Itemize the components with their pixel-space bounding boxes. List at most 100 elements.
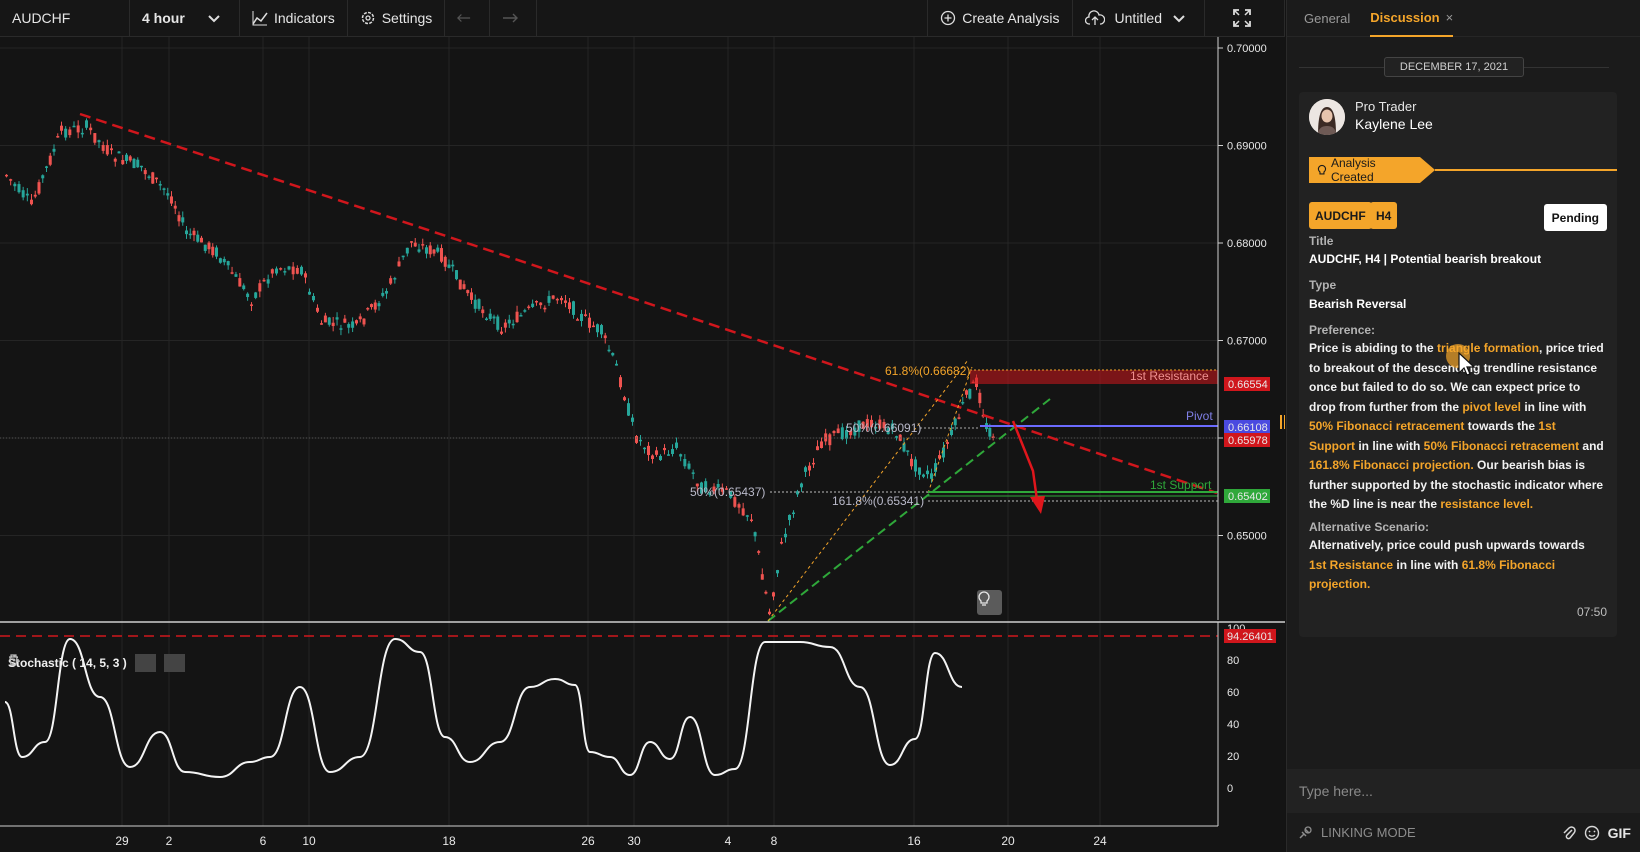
tab-general[interactable]: General (1304, 0, 1350, 37)
highlight: pivot level (1462, 399, 1522, 414)
fullscreen-button[interactable] (1205, 0, 1285, 37)
banner-text: Analysis Created (1330, 156, 1376, 184)
status-badge: Pending (1543, 204, 1607, 231)
time-tick-label: 18 (442, 834, 456, 848)
alternative-text: Alternatively, price could push upwards … (1309, 536, 1605, 595)
gear-icon (361, 11, 374, 25)
fib-50-lower-label: 50%(0.65437) (690, 485, 765, 499)
date-label: DECEMBER 17, 2021 (1383, 57, 1525, 77)
first-resistance-label: 1st Resistance (1130, 369, 1209, 383)
fib-1618-label: 161.8%(0.65341) (832, 494, 924, 508)
highlight: 1st Resistance (1309, 557, 1394, 572)
mouse-cursor-icon (1446, 344, 1476, 376)
stoch-settings-button[interactable] (9, 654, 156, 672)
time-tick-label: 30 (627, 834, 641, 848)
time-tick-label: 6 (260, 834, 267, 848)
resistance-price-text: 0.66554 (1228, 379, 1268, 391)
highlight: resistance level. (1440, 497, 1534, 511)
fib-retracement-line[interactable] (927, 366, 973, 494)
paperclip-icon[interactable] (1562, 825, 1576, 841)
stoch-value-text: 94.26401 (1227, 631, 1273, 643)
symbol-label: AUDCHF (12, 10, 71, 26)
price-tick-label: 0.69000 (1227, 141, 1267, 153)
emoji-icon[interactable] (1584, 825, 1600, 841)
resize-handle-2[interactable] (1284, 415, 1285, 429)
highlight: 50% Fibonacci retracement (1309, 419, 1465, 433)
pivot-label: Pivot (1186, 409, 1213, 423)
time-tick-label: 29 (115, 834, 129, 848)
text-run: towards the (1464, 419, 1539, 433)
time-axis: 29 2 6 10 18 26 30 4 8 16 20 24 (115, 834, 1107, 848)
grid-vertical (121, 37, 1101, 826)
fib-50-upper-label: 50%(0.66091) (846, 421, 921, 435)
stoch-delete-button[interactable] (9, 654, 185, 672)
plus-circle-icon (941, 10, 956, 26)
arrow-head (1030, 496, 1045, 514)
redo-icon (503, 13, 519, 23)
linking-mode-toggle[interactable]: LINKING MODE (1321, 825, 1416, 840)
highlight: 50% Fibonacci retracement (1423, 438, 1580, 453)
text-run: Alternatively, price could push upwards … (1309, 538, 1585, 552)
resize-handle[interactable] (1280, 415, 1282, 429)
fib-618-label: 61.8%(0.66682) (885, 364, 970, 378)
price-tick-label: 0.67000 (1227, 336, 1267, 348)
interval-selector[interactable]: 4 hour (130, 0, 240, 37)
gif-button[interactable]: GIF (1608, 825, 1631, 841)
author-info: Pro Trader Kaylene Lee (1355, 99, 1433, 132)
date-separator: DECEMBER 17, 2021 (1299, 57, 1609, 77)
support-price-text: 0.65402 (1228, 491, 1268, 503)
time-tick-label: 20 (1001, 834, 1015, 848)
first-support-label: 1st Support (1150, 478, 1212, 492)
descending-trendline[interactable] (79, 112, 1218, 495)
author-role: Pro Trader (1355, 99, 1417, 114)
avatar[interactable] (1309, 99, 1345, 135)
text-run: in line with (1355, 438, 1424, 453)
title-value: AUDCHF, H4 | Potential bearish breakout (1309, 252, 1542, 266)
pivot-price-text: 0.66108 (1228, 422, 1268, 434)
trash-icon (9, 654, 18, 666)
author-name[interactable]: Kaylene Lee (1355, 116, 1433, 132)
stoch-tick-label: 20 (1227, 751, 1239, 763)
time-tick-label: 2 (166, 834, 173, 848)
undo-icon (457, 14, 471, 22)
settings-button[interactable]: Settings (348, 0, 446, 37)
layout-name: Untitled (1114, 10, 1162, 26)
user-avatar-icon (1309, 99, 1345, 135)
indicators-button[interactable]: Indicators (240, 0, 348, 37)
lightbulb-icon (978, 591, 990, 606)
preference-label: Preference: (1309, 323, 1376, 337)
cloud-upload-icon (1084, 10, 1105, 25)
composer-footer: LINKING MODE GIF (1287, 813, 1640, 852)
redo-button[interactable] (490, 0, 538, 37)
chart-area[interactable]: 1st Resistance Pivot 1st Support 61.8%(0… (0, 37, 1285, 852)
stoch-tick-label: 0 (1227, 783, 1233, 795)
close-icon[interactable]: × (1446, 10, 1454, 25)
symbol-selector[interactable]: AUDCHF (0, 0, 130, 37)
tab-discussion-label: Discussion (1370, 9, 1440, 25)
chevron-down-icon (1173, 15, 1185, 23)
idea-marker[interactable] (977, 590, 1002, 615)
app-root: AUDCHF 4 hour Indicators Settings Create… (0, 0, 1640, 852)
create-analysis-button[interactable]: Create Analysis (927, 0, 1073, 37)
analysis-created-banner: Analysis Created (1309, 157, 1617, 183)
text-run: Price is abiding to the (1309, 341, 1438, 355)
banner-flag: Analysis Created (1309, 156, 1436, 184)
banner-line (1435, 169, 1617, 171)
message-input[interactable]: Type here... (1287, 769, 1640, 813)
message-input-placeholder: Type here... (1299, 783, 1373, 799)
time-tick-label: 16 (907, 834, 921, 848)
text-run: in line with (1393, 557, 1462, 572)
tab-discussion[interactable]: Discussion × (1370, 0, 1454, 37)
create-analysis-label: Create Analysis (962, 10, 1060, 26)
symbol-chip[interactable]: AUDCHF (1309, 202, 1372, 229)
grid-horizontal (0, 47, 1218, 536)
separator-line (1299, 66, 1384, 68)
layout-selector[interactable]: Untitled (1073, 0, 1205, 37)
price-chart[interactable]: 1st Resistance Pivot 1st Support 61.8%(0… (0, 37, 1285, 852)
type-label: Type (1309, 278, 1337, 292)
timeframe-chip[interactable]: H4 (1370, 202, 1398, 229)
undo-button[interactable] (445, 0, 491, 37)
message-time: 07:50 (1576, 605, 1607, 619)
separator-line (1524, 66, 1609, 68)
indicators-label: Indicators (274, 10, 335, 26)
